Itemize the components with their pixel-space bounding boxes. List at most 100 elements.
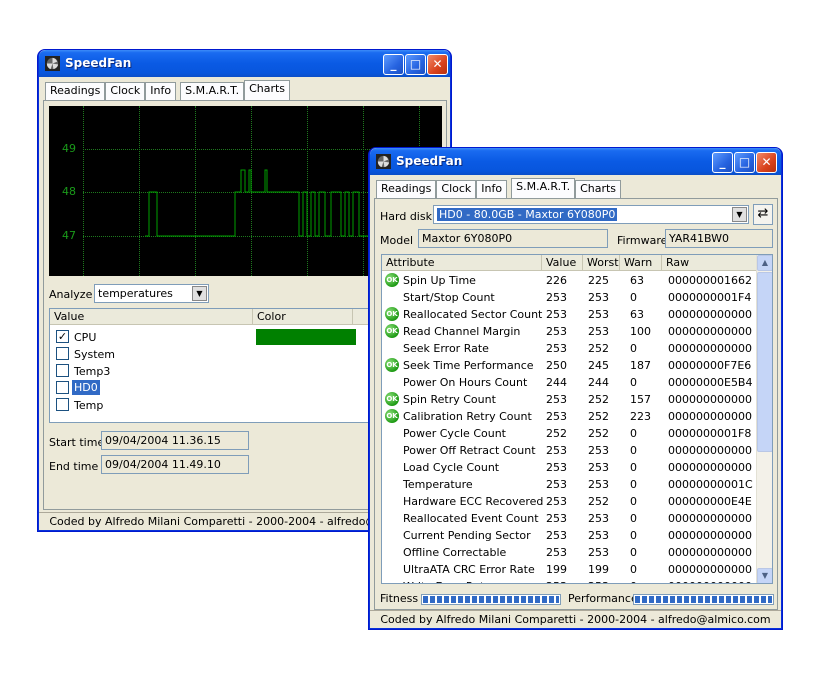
cell-attribute: Power Off Retract Count xyxy=(403,444,536,457)
table-row[interactable]: OK Spin Retry Count 253 252 157 000000000000 xyxy=(382,391,752,408)
cell-raw: 00000000001C xyxy=(668,478,753,491)
table-row[interactable]: Write Error Rate2532530000000000000 xyxy=(382,578,752,583)
cell-warn: 0 xyxy=(630,512,637,525)
table-row[interactable]: Reallocated Event Count 253 253 0 0000000000… xyxy=(382,510,752,527)
table-row[interactable]: Load Cycle Count 253 253 0 000000000000 xyxy=(382,459,752,476)
cell-raw: 000000000000 xyxy=(668,461,752,474)
worst-column-header[interactable]: Worst xyxy=(583,255,620,270)
table-row[interactable]: OK Calibration Retry Count 253 252 223 000000… xyxy=(382,408,752,425)
cell-attribute: Reallocated Event Count xyxy=(403,512,539,525)
cell-raw: 000000000000 xyxy=(668,410,752,423)
refresh-button[interactable]: ⇄ xyxy=(753,204,773,225)
performance-progress-fill xyxy=(635,596,772,603)
cell-value: 253 xyxy=(546,546,567,559)
maximize-icon: □ xyxy=(409,57,422,71)
table-row[interactable]: Offline Correctable 253 253 0 000000000000 xyxy=(382,544,752,561)
performance-progress-bar xyxy=(633,594,774,605)
table-row[interactable]: Power On Hours Count 244 244 0 00000000E5B4 xyxy=(382,374,752,391)
cell-worst: 253 xyxy=(588,512,609,525)
warn-column-header[interactable]: Warn xyxy=(620,255,662,270)
title-bar[interactable]: SpeedFan _ □ ✕ xyxy=(39,50,450,77)
tab-smart[interactable]: S.M.A.R.T. xyxy=(180,82,245,100)
cell-warn: 0 xyxy=(630,461,637,474)
maximize-button[interactable]: □ xyxy=(734,152,755,173)
table-body: OK Spin Up Time 226 225 63 000000001662 Start/… xyxy=(382,272,755,583)
raw-column-header[interactable]: Raw xyxy=(662,255,754,270)
series-label: Temp xyxy=(74,399,104,412)
tab-clock[interactable]: Clock xyxy=(105,82,146,100)
cell-warn: 0 xyxy=(630,580,637,583)
maximize-button[interactable]: □ xyxy=(405,54,426,75)
cell-worst: 245 xyxy=(588,359,609,372)
cell-worst: 253 xyxy=(588,291,609,304)
table-row[interactable]: Power Off Retract Count 253 253 0 0000000000… xyxy=(382,442,752,459)
tab-clock[interactable]: Clock xyxy=(436,180,477,198)
attribute-column-header[interactable]: Attribute xyxy=(382,255,542,270)
cell-attribute: Seek Time Performance xyxy=(403,359,534,372)
cell-attribute: Reallocated Sector Count xyxy=(403,308,543,321)
table-row[interactable]: UltraATA CRC Error Rate 199 199 0 0000000000… xyxy=(382,561,752,578)
analyze-select[interactable]: temperatures ▼ xyxy=(94,284,209,303)
cell-value: 226 xyxy=(546,274,567,287)
ok-status-icon: OK xyxy=(385,392,399,406)
status-bar: Coded by Alfredo Milani Comparetti - 200… xyxy=(370,610,781,628)
minimize-button[interactable]: _ xyxy=(383,54,404,75)
series-label: Temp3 xyxy=(74,365,111,378)
tab-info[interactable]: Info xyxy=(476,180,508,198)
scroll-up-button[interactable]: ▲ xyxy=(757,255,772,271)
analyze-value: temperatures xyxy=(98,287,173,300)
system-checkbox[interactable] xyxy=(56,347,69,360)
table-row[interactable]: OK Reallocated Sector Count 253 253 63 000000… xyxy=(382,306,752,323)
close-button[interactable]: ✕ xyxy=(756,152,777,173)
table-row[interactable]: OK Seek Time Performance 250 245 187 00000000… xyxy=(382,357,752,374)
cell-warn: 0 xyxy=(630,495,637,508)
value-column-header[interactable]: Value xyxy=(50,309,253,324)
cell-warn: 0 xyxy=(630,529,637,542)
temp-checkbox[interactable] xyxy=(56,398,69,411)
color-column-header[interactable]: Color xyxy=(253,309,353,324)
table-row[interactable]: Current Pending Sector 253 253 0 00000000000… xyxy=(382,527,752,544)
hard-disk-select[interactable]: HD0 - 80.0GB - Maxtor 6Y080P0 ▼ xyxy=(433,205,749,224)
cell-attribute: Current Pending Sector xyxy=(403,529,531,542)
title-bar[interactable]: SpeedFan _ □ ✕ xyxy=(370,148,781,175)
cell-value: 253 xyxy=(546,291,567,304)
temp3-checkbox[interactable] xyxy=(56,364,69,377)
scroll-thumb[interactable] xyxy=(757,272,772,452)
cpu-checkbox[interactable]: ✓ xyxy=(56,330,69,343)
fitness-label: Fitness xyxy=(380,592,419,605)
cell-raw: 000000000000 xyxy=(668,308,752,321)
table-row[interactable]: Hardware ECC Recovered 253 252 0 000000000E4… xyxy=(382,493,752,510)
cell-raw: 000000000000 xyxy=(668,546,752,559)
table-row[interactable]: Seek Error Rate 253 252 0 000000000000 xyxy=(382,340,752,357)
cell-worst: 253 xyxy=(588,580,609,583)
cell-raw: 000000000000 xyxy=(668,580,752,583)
minimize-button[interactable]: _ xyxy=(712,152,733,173)
table-row[interactable]: Power Cycle Count 252 252 0 0000000001F8 xyxy=(382,425,752,442)
tab-charts[interactable]: Charts xyxy=(244,80,291,101)
table-row[interactable]: Start/Stop Count 253 253 0 0000000001F4 xyxy=(382,289,752,306)
scroll-down-button[interactable]: ▼ xyxy=(757,568,772,583)
tab-info[interactable]: Info xyxy=(145,82,177,100)
tab-smart[interactable]: S.M.A.R.T. xyxy=(511,178,576,199)
cell-warn: 100 xyxy=(630,325,651,338)
chevron-down-icon[interactable]: ▼ xyxy=(192,286,207,301)
cell-warn: 0 xyxy=(630,427,637,440)
table-scrollbar[interactable]: ▲ ▼ xyxy=(756,255,772,583)
hd0-checkbox[interactable] xyxy=(56,381,69,394)
tab-readings[interactable]: Readings xyxy=(45,82,106,100)
tab-charts[interactable]: Charts xyxy=(575,180,622,198)
table-row[interactable]: OK Read Channel Margin 253 253 100 0000000000… xyxy=(382,323,752,340)
chevron-down-icon[interactable]: ▼ xyxy=(732,207,747,222)
table-row[interactable]: OK Spin Up Time 226 225 63 000000001662 xyxy=(382,272,752,289)
cell-raw: 000000000000 xyxy=(668,529,752,542)
table-row[interactable]: Temperature 253 253 0 00000000001C xyxy=(382,476,753,493)
close-icon: ✕ xyxy=(761,155,772,169)
tab-strip: Readings Clock Info S.M.A.R.T. Charts xyxy=(45,80,291,101)
tab-readings[interactable]: Readings xyxy=(376,180,437,198)
close-button[interactable]: ✕ xyxy=(427,54,448,75)
cell-raw: 000000000000 xyxy=(668,325,752,338)
cell-warn: 0 xyxy=(630,376,637,389)
value-column-header[interactable]: Value xyxy=(542,255,583,270)
cell-attribute: Temperature xyxy=(403,478,473,491)
cell-value: 253 xyxy=(546,444,567,457)
